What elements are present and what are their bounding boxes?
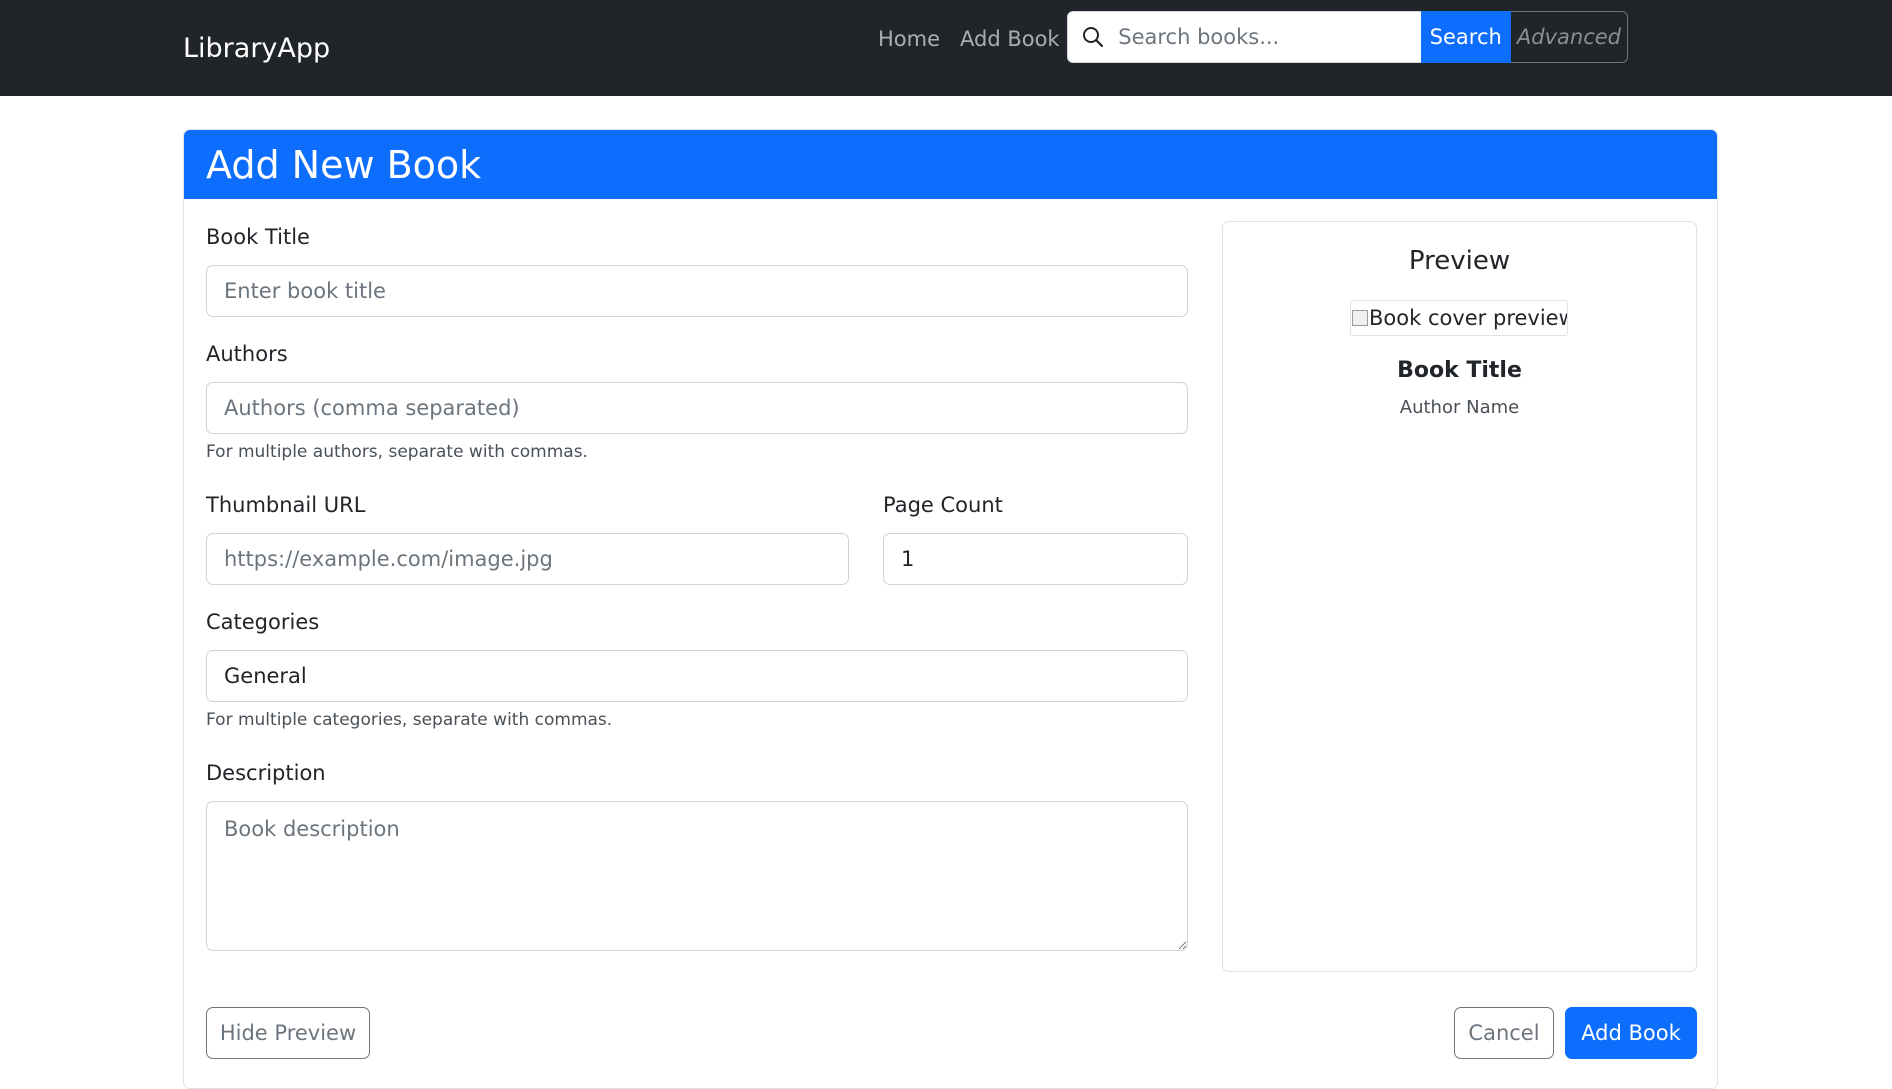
preview-author-name: Author Name <box>1399 397 1520 418</box>
page-count-label: Page Count <box>883 493 1003 517</box>
categories-label: Categories <box>206 610 320 634</box>
description-textarea[interactable] <box>206 801 1188 951</box>
navbar: LibraryApp Home Add Book Search Advanced <box>0 0 1892 96</box>
book-title-input[interactable] <box>206 265 1188 317</box>
add-book-card: Add New Book Book Title Authors For mult… <box>183 129 1718 1089</box>
book-title-label: Book Title <box>206 225 310 249</box>
search-icon-container <box>1067 11 1119 63</box>
thumbnail-url-input[interactable] <box>206 533 849 585</box>
page-title: Add New Book <box>206 143 482 187</box>
broken-image-icon <box>1352 310 1368 326</box>
nav-link-home[interactable]: Home <box>878 24 940 54</box>
add-book-button[interactable]: Add Book <box>1565 1007 1697 1059</box>
authors-label: Authors <box>206 342 288 366</box>
page-count-input[interactable] <box>883 533 1188 585</box>
preview-book-title: Book Title <box>1397 358 1522 383</box>
preview-panel: Preview Book cover preview Book Title Au… <box>1222 221 1697 972</box>
search-group: Search Advanced <box>1067 11 1628 63</box>
authors-help-text: For multiple authors, separate with comm… <box>206 442 588 462</box>
hide-preview-button[interactable]: Hide Preview <box>206 1007 370 1059</box>
card-header: Add New Book <box>184 130 1717 199</box>
thumbnail-url-label: Thumbnail URL <box>206 493 366 517</box>
advanced-search-button[interactable]: Advanced <box>1510 11 1628 63</box>
search-icon <box>1083 27 1104 48</box>
categories-help-text: For multiple categories, separate with c… <box>206 710 613 730</box>
cancel-button[interactable]: Cancel <box>1454 1007 1554 1059</box>
categories-input[interactable] <box>206 650 1188 702</box>
search-button[interactable]: Search <box>1420 11 1511 63</box>
search-input[interactable] <box>1118 11 1421 63</box>
nav-link-add-book[interactable]: Add Book <box>960 24 1060 54</box>
description-label: Description <box>206 761 326 785</box>
book-cover-preview-image: Book cover preview <box>1350 300 1568 336</box>
cover-alt-text: Book cover preview <box>1369 306 1568 330</box>
authors-input[interactable] <box>206 382 1188 434</box>
preview-heading: Preview <box>1408 246 1511 276</box>
brand-logo[interactable]: LibraryApp <box>183 31 330 67</box>
